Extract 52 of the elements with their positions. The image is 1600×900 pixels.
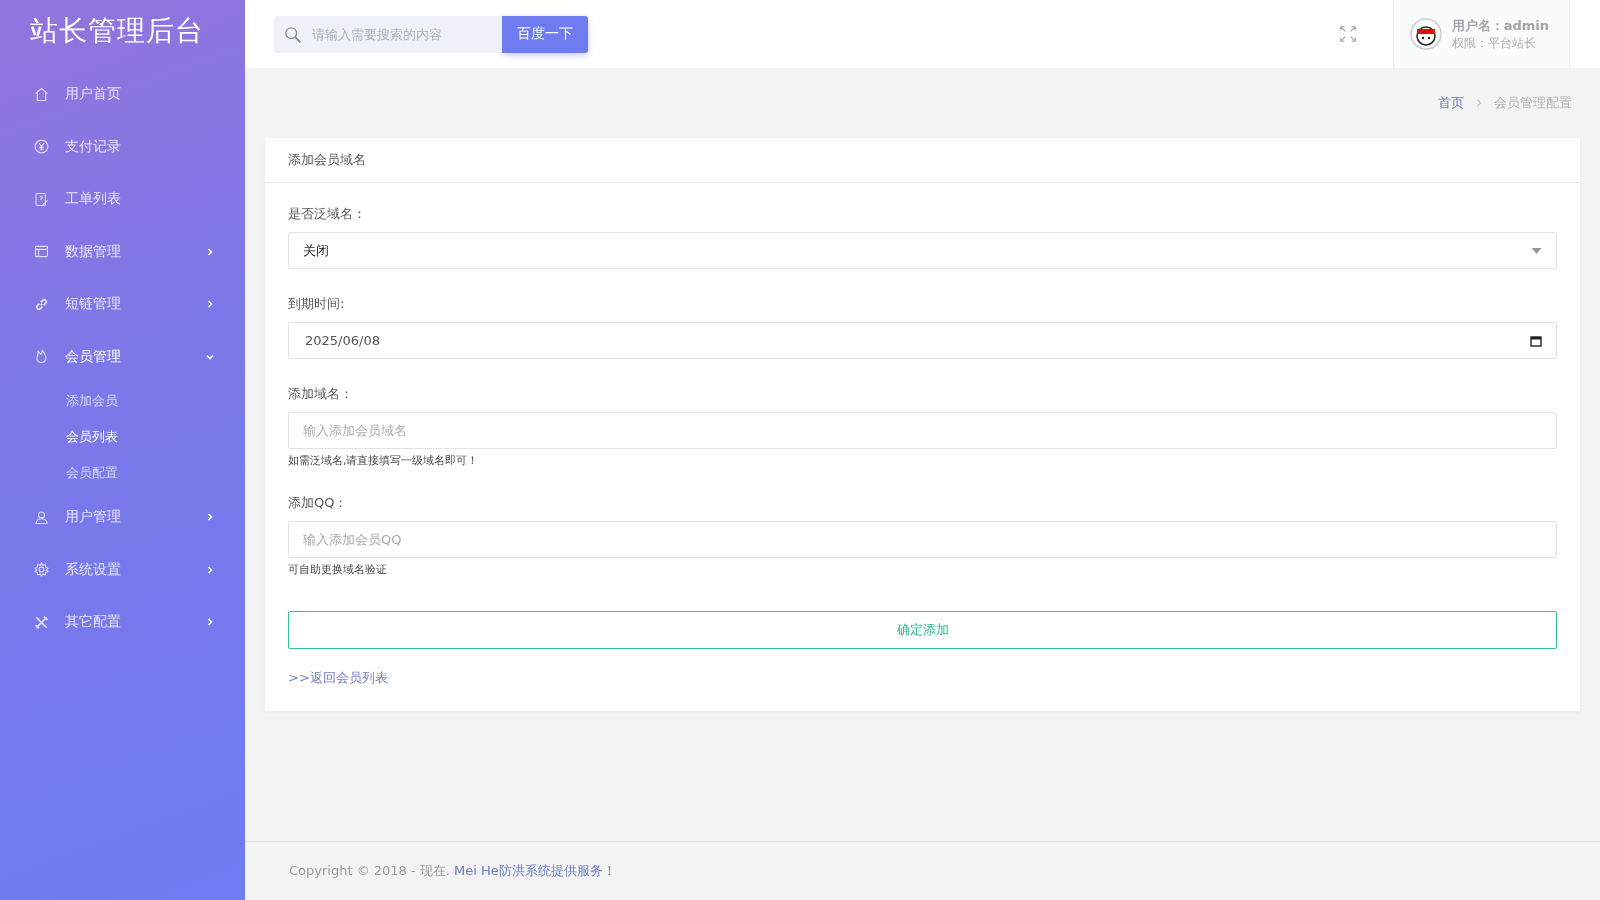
help-text: 可自助更换域名验证 [288,562,388,577]
breadcrumb-link[interactable]: 首页 [1438,94,1464,112]
home-icon [33,85,50,103]
chevron-right-icon [205,246,215,257]
search-button[interactable]: 百度一下 [502,15,588,53]
chevron-right-icon [1476,98,1482,108]
user-icon [33,508,50,526]
footer-link[interactable]: Mei He防洪系统提供服务！ [454,863,616,878]
breadcrumb-current: 会员管理配置 [1494,94,1572,112]
help-text: 如需泛域名,请直接填写一级域名即可！ [288,453,480,468]
sidebar-item[interactable]: 短链管理 [0,278,245,331]
field-label: 是否泛域名： [288,205,367,223]
submenu-item[interactable]: 会员列表 [0,419,245,455]
chevron-right-icon [205,564,215,575]
input-field[interactable]: 输入添加会员QQ [288,521,1557,558]
document-edit-icon [33,190,50,208]
back-link[interactable]: >>返回会员列表 [288,669,388,687]
chevron-right-icon [205,617,215,628]
copyright-text: Copyright © 2018 - 现在. Mei He防洪系统提供服务！ [289,862,616,880]
calendar-icon [1530,334,1542,347]
chevron-right-icon [205,299,215,310]
card-title: 添加会员域名 [265,138,1580,183]
field-label: 添加域名： [288,385,354,403]
avatar-icon [1409,18,1442,50]
field-label: 添加QQ： [288,494,349,512]
sidebar-item[interactable]: 数据管理 [0,225,245,278]
field-label: 到期时间: [288,295,346,313]
yen-icon [33,138,50,156]
sidebar-item[interactable]: 系统设置 [0,543,245,596]
input-field[interactable]: 输入添加会员域名 [288,412,1557,449]
sidebar-item[interactable]: 工单列表 [0,173,245,226]
gear-icon [33,561,50,579]
user-panel[interactable]: 用户名：admin 权限：平台站长 [1392,0,1570,68]
date-field[interactable]: 2025/06/08 [288,322,1557,359]
app-title: 站长管理后台 [29,13,205,49]
submenu-item[interactable]: 添加会员 [0,383,245,419]
sidebar-item[interactable]: 用户首页 [0,68,245,121]
sidebar-item[interactable]: 用户管理 [0,491,245,544]
sidebar-item[interactable]: 支付记录 [0,120,245,173]
submit-button[interactable]: 确定添加 [288,611,1557,649]
tools-icon [33,613,50,631]
caret-icon [1531,247,1542,254]
role-text: 权限：平台站长 [1451,34,1537,52]
submenu-item[interactable]: 会员配置 [0,455,245,491]
fullscreen-icon[interactable] [1338,25,1357,43]
sidebar-item[interactable]: 会员管理 [0,330,245,383]
select-field[interactable]: 关闭 [288,232,1557,269]
username-text: 用户名：admin [1451,16,1549,35]
chevron-right-icon [205,512,215,523]
search-field[interactable]: 请输入需要搜索的内容 [274,15,502,53]
search-icon [284,25,302,44]
sidebar-item[interactable]: 其它配置 [0,596,245,649]
